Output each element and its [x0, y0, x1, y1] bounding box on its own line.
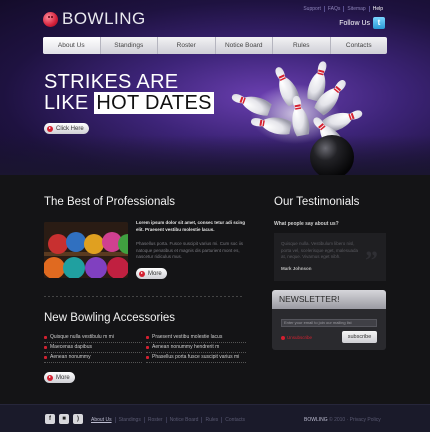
- section-divider: [44, 296, 244, 297]
- testimonial-quote: Quisque nulla. Vestibulum libero nisl, p…: [281, 241, 359, 259]
- logo[interactable]: BOWLING: [43, 9, 146, 29]
- bowling-pins-image: [231, 61, 363, 175]
- nav-item-standings[interactable]: Standings: [101, 37, 158, 54]
- nav-item-about-us[interactable]: About Us: [43, 37, 101, 54]
- footer-link-roster[interactable]: Roster: [145, 417, 167, 423]
- toplink-help[interactable]: Help: [370, 6, 386, 12]
- twitter-icon[interactable]: t: [373, 17, 385, 29]
- unsubscribe-link[interactable]: Unsubscribe: [281, 335, 312, 340]
- unsubscribe-label: Unsubscribe: [287, 335, 313, 340]
- click-here-button[interactable]: Click Here: [44, 123, 89, 134]
- arrow-right-icon: [139, 270, 145, 277]
- accessories-list-1: Quisque nulla vestibulu m mi Maecenas da…: [44, 333, 142, 363]
- hero-title: STRIKES ARE LIKE HOT DATES: [44, 72, 214, 114]
- hero-line-2: LIKE HOT DATES: [44, 92, 214, 114]
- footer-link-notice-board[interactable]: Notice Board: [167, 417, 203, 423]
- list-item[interactable]: Praesent vestibu molestie lacus: [146, 333, 246, 343]
- newsletter-title: NEWSLETTER!: [272, 290, 386, 309]
- footer-link-rules[interactable]: Rules: [202, 417, 223, 423]
- newsletter-email-input[interactable]: Enter your email to join our mailing lis…: [281, 319, 377, 327]
- testimonials-question: What people say about us?: [274, 221, 339, 227]
- testimonials-title: Our Testimonials: [274, 196, 360, 208]
- hero-line-2-highlight: HOT DATES: [94, 92, 214, 114]
- remove-icon: [281, 335, 285, 340]
- list-item[interactable]: Aenean nonummy hendrerit m: [146, 343, 246, 353]
- footer-copy-text: © 2010 · Privacy Policy: [329, 417, 381, 423]
- footer: f ■ ) About Us Standings Roster Notice B…: [0, 404, 430, 432]
- footer-copyright: BOWLING © 2010 · Privacy Policy: [304, 417, 381, 423]
- professionals-body: Phasellus porta. Fusce suscipit varius m…: [136, 241, 244, 259]
- footer-social-icons: f ■ ): [45, 414, 83, 424]
- click-here-label: Click Here: [56, 125, 84, 132]
- professionals-more-button[interactable]: More: [136, 268, 167, 279]
- follow-us-label: Follow Us: [339, 19, 370, 27]
- toplink-sitemap[interactable]: Sitemap: [344, 6, 370, 12]
- footer-link-about-us[interactable]: About Us: [91, 417, 116, 423]
- toplink-support[interactable]: Support: [300, 6, 325, 12]
- hero-line-1: STRIKES ARE: [44, 71, 179, 93]
- newsletter-box: NEWSLETTER! Enter your email to join our…: [272, 290, 386, 350]
- logo-text: BOWLING: [62, 9, 146, 28]
- list-item[interactable]: Phasellus porta fusce suscipit varius mi: [146, 353, 246, 363]
- more-label: More: [148, 270, 162, 277]
- footer-brand: BOWLING: [304, 417, 328, 423]
- toplink-faqs[interactable]: FAQs: [325, 6, 345, 12]
- more-label: More: [56, 374, 70, 381]
- bowling-ball-logo-icon: [43, 11, 58, 27]
- follow-us[interactable]: Follow Us t: [339, 17, 385, 29]
- testimonial-author: Mark Johnson: [281, 266, 312, 271]
- accessories-title: New Bowling Accessories: [44, 312, 176, 324]
- professionals-title: The Best of Professionals: [44, 196, 176, 208]
- footer-link-contacts[interactable]: Contacts: [222, 417, 248, 423]
- header: BOWLING Support FAQs Sitemap Help Follow…: [0, 0, 430, 175]
- list-item[interactable]: Quisque nulla vestibulu m mi: [44, 333, 142, 343]
- quote-mark-icon: ”: [365, 246, 378, 275]
- subscribe-button[interactable]: subscribe: [342, 331, 377, 343]
- facebook-icon[interactable]: f: [45, 414, 55, 424]
- list-item[interactable]: Maecenas dapibus: [44, 343, 142, 353]
- accessories-list-2: Praesent vestibu molestie lacus Aenean n…: [146, 333, 246, 363]
- hero-line-2-plain: LIKE: [44, 92, 89, 114]
- arrow-right-icon: [47, 125, 53, 132]
- professionals-lead: Lorem ipsum dolor sit amet, consec tetur…: [136, 220, 246, 232]
- top-links: Support FAQs Sitemap Help: [300, 6, 386, 12]
- footer-link-standings[interactable]: Standings: [116, 417, 145, 423]
- list-item[interactable]: Aenean nonummy: [44, 353, 142, 363]
- rss-icon[interactable]: ): [73, 414, 83, 424]
- delicious-icon[interactable]: ■: [59, 414, 69, 424]
- footer-links: About Us Standings Roster Notice Board R…: [91, 417, 248, 423]
- accessories-more-button[interactable]: More: [44, 372, 75, 383]
- arrow-right-icon: [47, 374, 53, 381]
- testimonial-quote-box: Quisque nulla. Vestibulum libero nisl, p…: [274, 233, 386, 281]
- bowling-balls-photo: [44, 222, 128, 278]
